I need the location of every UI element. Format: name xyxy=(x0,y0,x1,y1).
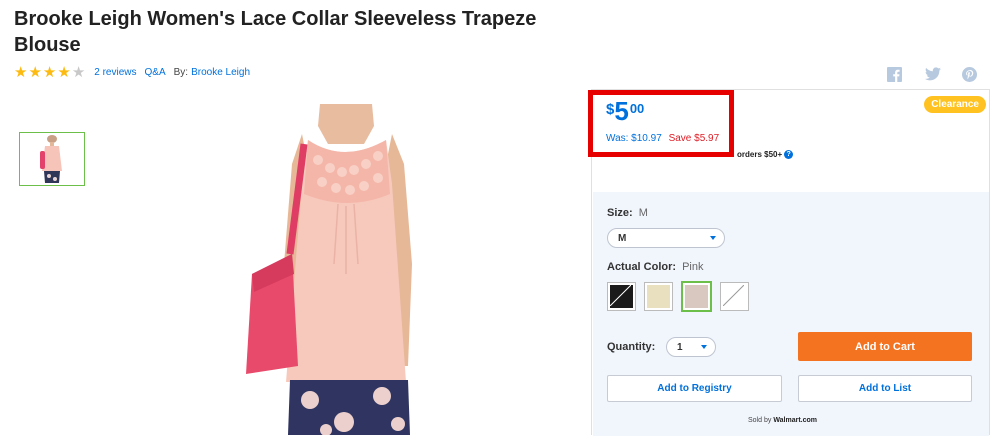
facebook-icon[interactable] xyxy=(886,66,902,82)
star-icon: ★ xyxy=(28,63,42,81)
shipping-note: orders $50+ ? xyxy=(737,150,794,159)
sold-by-prefix: Sold by xyxy=(748,417,772,424)
add-to-registry-button[interactable]: Add to Registry xyxy=(607,375,782,402)
color-value: Pink xyxy=(682,261,704,273)
options-panel: Size: M M Actual Color: Pink Quantity: 1… xyxy=(593,192,989,436)
product-title: Brooke Leigh Women's Lace Collar Sleevel… xyxy=(14,8,537,56)
help-icon[interactable]: ? xyxy=(784,150,794,159)
size-select-value: M xyxy=(618,232,627,244)
pinterest-icon[interactable] xyxy=(961,66,977,82)
reviews-link[interactable]: 2 reviews xyxy=(94,67,136,78)
brand-link[interactable]: Brooke Leigh xyxy=(191,67,250,78)
quantity-value: 1 xyxy=(677,341,683,353)
size-label-row: Size: M xyxy=(607,207,648,219)
swatch-black[interactable] xyxy=(607,282,636,311)
product-meta: ★ ★ ★ ★ ★ 2 reviews Q&A By: Brooke Leigh xyxy=(14,64,258,80)
swatch-black-fill xyxy=(610,285,633,308)
swatch-cream-fill xyxy=(647,285,670,308)
swatch-pink-selected[interactable] xyxy=(681,281,712,312)
sold-by: Sold by Walmart.com xyxy=(748,417,817,424)
color-label: Actual Color: xyxy=(607,261,677,273)
size-select[interactable]: M xyxy=(607,228,725,248)
star-icon: ★ xyxy=(14,63,28,81)
swatch-white-fill xyxy=(723,285,746,308)
star-icon: ★ xyxy=(57,63,71,81)
color-label-row: Actual Color: Pink xyxy=(607,261,703,273)
add-to-cart-button[interactable]: Add to Cart xyxy=(798,332,972,361)
seller-name[interactable]: Walmart.com xyxy=(773,417,817,424)
chevron-down-icon xyxy=(701,345,707,349)
swatch-cream[interactable] xyxy=(644,282,673,311)
shipping-note-text: orders $50+ xyxy=(737,150,783,159)
product-main-image[interactable] xyxy=(232,104,460,435)
buy-box: Clearance $500 Was: $10.97 Save $5.97 or… xyxy=(588,89,990,436)
qa-link[interactable]: Q&A xyxy=(145,67,166,78)
clearance-badge: Clearance xyxy=(924,96,986,113)
add-to-list-button[interactable]: Add to List xyxy=(798,375,972,402)
thumbnail-image xyxy=(20,133,84,185)
swatch-pink-fill xyxy=(685,285,708,308)
twitter-icon[interactable] xyxy=(924,66,941,82)
quantity-select[interactable]: 1 xyxy=(666,337,716,357)
quantity-label: Quantity: xyxy=(607,341,656,353)
rating-stars[interactable]: ★ ★ ★ ★ ★ xyxy=(14,65,86,80)
by-label: By: xyxy=(173,66,189,78)
size-label: Size: xyxy=(607,207,633,219)
product-thumbnail[interactable] xyxy=(19,132,85,186)
swatch-white[interactable] xyxy=(720,282,749,311)
star-icon: ★ xyxy=(42,63,57,81)
star-empty-icon: ★ xyxy=(71,63,86,81)
price-highlight-box xyxy=(588,90,734,157)
size-value: M xyxy=(638,207,648,219)
chevron-down-icon xyxy=(710,236,716,240)
